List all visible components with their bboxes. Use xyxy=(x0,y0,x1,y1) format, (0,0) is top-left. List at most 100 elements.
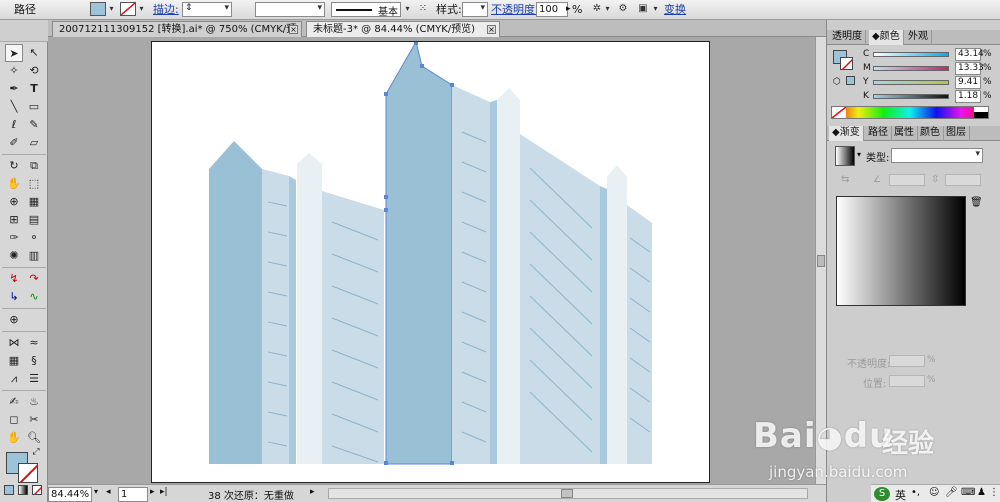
building-center-selected[interactable] xyxy=(385,40,453,465)
menu-icon[interactable]: ⋮ xyxy=(989,487,999,498)
style-dropdown[interactable] xyxy=(462,2,488,17)
close-icon[interactable]: × xyxy=(289,25,298,34)
tab-gradient[interactable]: ◆渐变 xyxy=(829,126,864,141)
zoom-dropdown-arrow[interactable]: ▾ xyxy=(94,487,98,496)
list-tool-icon[interactable]: ☰ xyxy=(25,370,43,388)
artboard-number-field[interactable]: 1 xyxy=(118,487,148,502)
zigzag-tool-icon[interactable]: ⩘ xyxy=(5,370,23,388)
building-illustration[interactable] xyxy=(152,40,709,482)
toolbox-grip[interactable] xyxy=(0,20,48,42)
magic-wand-tool-icon[interactable]: ✧ xyxy=(5,62,23,80)
building-spire-center[interactable] xyxy=(497,88,520,464)
pen-tool-icon[interactable]: ✒ xyxy=(5,80,23,98)
options-icon[interactable]: ⁙ xyxy=(416,2,430,16)
ime-language[interactable]: 英 xyxy=(895,487,906,502)
selection-tool-icon[interactable]: ➤ xyxy=(5,44,23,62)
custom-tool-3-icon[interactable]: ↳ xyxy=(5,288,23,306)
stroke-weight-field[interactable]: ⇕ xyxy=(182,2,232,17)
align-icon[interactable]: ▣ xyxy=(636,2,650,16)
stroke-dropdown-arrow[interactable]: ▾ xyxy=(136,2,147,16)
wave-tool-icon[interactable]: ≈ xyxy=(25,334,43,352)
reverse-gradient-icon[interactable]: ⇆ xyxy=(841,174,849,185)
tab-color-guide[interactable]: 颜色 xyxy=(917,126,944,141)
blob-brush-tool-icon[interactable]: ✐ xyxy=(5,134,23,152)
custom-tool-4-icon[interactable]: ∿ xyxy=(25,288,43,306)
last-artboard-icon[interactable]: ▸| xyxy=(160,487,168,497)
fill-color-swatch[interactable] xyxy=(90,2,106,16)
color-spectrum-bar[interactable] xyxy=(831,106,989,119)
tab-transparency[interactable]: 透明度 xyxy=(829,30,866,45)
stroke-none-swatch[interactable] xyxy=(120,2,136,16)
out-of-gamut-swatch[interactable] xyxy=(846,76,855,85)
custom-tool-2-icon[interactable]: ↷ xyxy=(25,270,43,288)
opacity-input[interactable]: 100 xyxy=(536,2,568,17)
building-spire-right[interactable] xyxy=(607,165,627,464)
rotate-tool-icon[interactable]: ↻ xyxy=(5,157,23,175)
building-mid-left[interactable] xyxy=(322,191,384,464)
building-center-side[interactable] xyxy=(452,85,490,464)
lasso-tool-icon[interactable]: ⟲ xyxy=(25,62,43,80)
settings-gear-icon[interactable]: ⚙ xyxy=(616,2,630,16)
y-slider[interactable] xyxy=(873,80,949,85)
shape-builder-tool-icon[interactable]: ⊕ xyxy=(5,193,23,211)
variable-width-dropdown[interactable] xyxy=(255,2,325,17)
tab-appearance[interactable]: 外观 xyxy=(905,30,932,45)
free-transform-tool-icon[interactable]: ⬚ xyxy=(25,175,43,193)
warp-tool-icon[interactable]: ✋ xyxy=(5,175,23,193)
slice-tool-icon[interactable]: ✂ xyxy=(25,411,43,429)
pencil-tool-icon[interactable]: ✎ xyxy=(25,116,43,134)
none-swatch[interactable] xyxy=(832,107,847,118)
document-tab-active[interactable]: 未标题-3* @ 84.44% (CMYK/预览) × xyxy=(306,21,500,37)
line-tool-icon[interactable]: ╲ xyxy=(5,98,23,116)
brush-definition-dropdown[interactable]: 基本 xyxy=(331,2,401,18)
grid-tool-icon[interactable]: ▦ xyxy=(5,352,23,370)
perspective-grid-tool-icon[interactable]: ▦ xyxy=(25,193,43,211)
gradient-preview-arrow[interactable]: ▾ xyxy=(857,150,861,159)
scroll-thumb[interactable] xyxy=(561,489,573,498)
y-value-input[interactable]: 9.41 xyxy=(955,76,981,89)
bow-tie-tool-icon[interactable]: ⋈ xyxy=(5,334,23,352)
stroke-link[interactable]: 描边: xyxy=(153,2,179,18)
live-paint-select-tool-icon[interactable]: ♨ xyxy=(25,393,43,411)
aspect-ratio-input[interactable] xyxy=(945,174,981,186)
eraser-tool-icon[interactable]: ▱ xyxy=(25,134,43,152)
scale-tool-icon[interactable]: ⧉ xyxy=(25,157,43,175)
m-value-input[interactable]: 13.33 xyxy=(955,62,984,75)
fill-dropdown-arrow[interactable]: ▾ xyxy=(106,2,117,16)
rectangle-tool-icon[interactable]: ▭ xyxy=(25,98,43,116)
artboard[interactable] xyxy=(151,40,710,483)
swap-colors-icon[interactable]: ⤢ xyxy=(30,446,42,458)
canvas-area[interactable] xyxy=(48,37,815,484)
close-icon[interactable]: × xyxy=(487,25,496,34)
building-left-dark[interactable] xyxy=(209,141,262,464)
tab-pathfinder[interactable]: 路径 xyxy=(865,126,892,141)
sogou-icon[interactable]: S xyxy=(874,487,890,501)
building-left-edge[interactable] xyxy=(289,176,296,464)
mesh-tool-icon[interactable]: ⊞ xyxy=(5,211,23,229)
keyboard-icon[interactable]: ⌨ xyxy=(961,487,975,498)
gradient-type-dropdown[interactable] xyxy=(891,148,983,163)
status-menu-arrow[interactable]: ▸ xyxy=(310,487,315,497)
zoom-field[interactable]: 84.44% xyxy=(48,487,92,502)
c-slider[interactable] xyxy=(873,52,949,57)
c-value-input[interactable]: 43.14 xyxy=(955,48,984,61)
building-right-facade[interactable] xyxy=(520,134,600,464)
building-left-side[interactable] xyxy=(262,169,289,464)
align-dropdown-arrow[interactable]: ▾ xyxy=(650,2,661,16)
hand-tool-icon[interactable]: ✋ xyxy=(5,429,23,447)
k-value-input[interactable]: 1.18 xyxy=(955,90,981,103)
recolor-dropdown-arrow[interactable]: ▾ xyxy=(602,2,613,16)
crosshair-tool-icon[interactable]: ⊕ xyxy=(5,311,23,329)
tab-layers[interactable]: 图层 xyxy=(943,126,970,141)
panel-stroke-swatch[interactable] xyxy=(840,57,853,70)
angle-input[interactable] xyxy=(889,174,925,186)
gradient-mode-icon[interactable] xyxy=(18,485,28,495)
prev-artboard-icon[interactable]: ◂ xyxy=(106,487,111,497)
delete-stop-trash-icon[interactable]: 🗑︎ xyxy=(970,197,983,208)
gradient-preview-swatch[interactable] xyxy=(835,146,855,166)
emoji-icon[interactable]: ☺ xyxy=(929,487,939,498)
user-icon[interactable]: ♟ xyxy=(977,487,986,498)
eyedropper-tool-icon[interactable]: ✑ xyxy=(5,229,23,247)
blend-tool-icon[interactable]: ⚬ xyxy=(25,229,43,247)
black-swatch[interactable] xyxy=(974,112,988,118)
